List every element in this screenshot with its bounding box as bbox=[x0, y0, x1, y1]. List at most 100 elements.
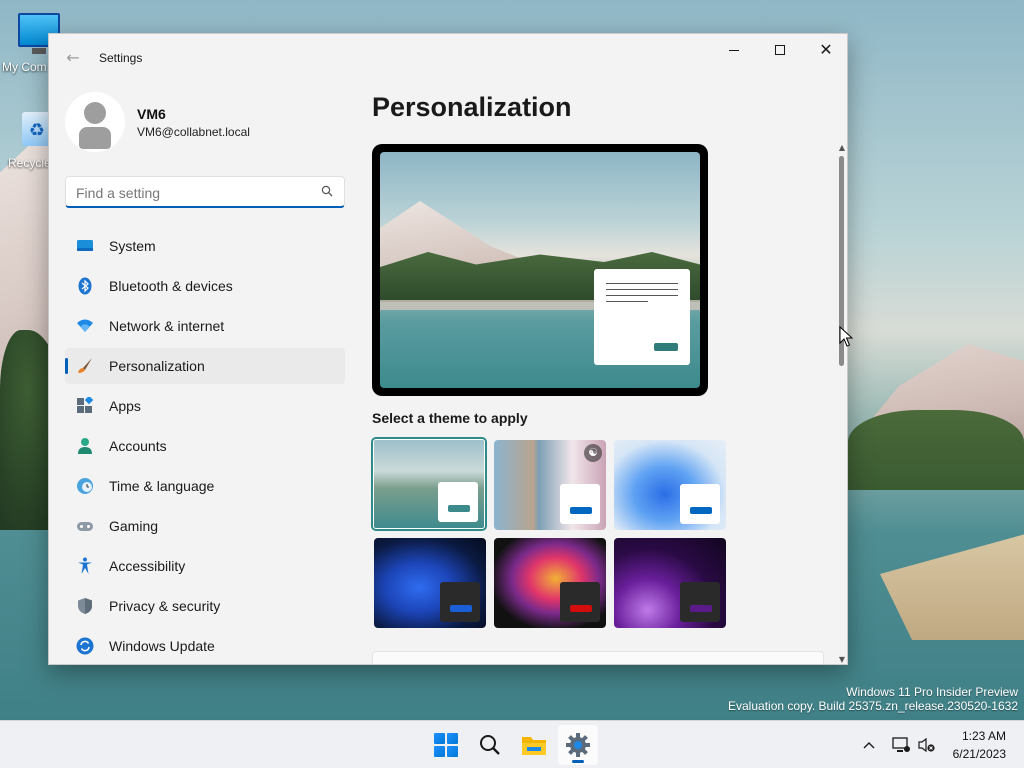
preview-sample-window bbox=[594, 269, 690, 365]
desktop-icon-label: My Com bbox=[2, 60, 47, 74]
close-icon: ✕ bbox=[819, 40, 833, 59]
accessibility-icon bbox=[78, 557, 92, 574]
sidebar-item-privacy-security[interactable]: Privacy & security bbox=[65, 588, 345, 624]
start-button[interactable] bbox=[426, 725, 466, 765]
theme-accent-bar bbox=[450, 605, 472, 612]
theme-tile-window bbox=[680, 484, 720, 524]
theme-tile-window bbox=[440, 582, 480, 622]
sidebar-item-windows-update[interactable]: Windows Update bbox=[65, 628, 345, 664]
theme-accent-bar bbox=[570, 507, 592, 514]
mouse-cursor-icon bbox=[839, 326, 853, 347]
sidebar-item-label: Personalization bbox=[109, 358, 205, 374]
sidebar-item-time-language[interactable]: Time & language bbox=[65, 468, 345, 504]
preview-text-line bbox=[606, 295, 678, 296]
theme-tile-bloom-light[interactable] bbox=[614, 440, 726, 530]
sidebar-item-apps[interactable]: Apps bbox=[65, 388, 345, 424]
theme-tile-glow[interactable] bbox=[494, 538, 606, 628]
sidebar-item-label: Gaming bbox=[109, 518, 159, 534]
sidebar-item-label: Bluetooth & devices bbox=[109, 278, 233, 294]
sidebar-item-label: Network & internet bbox=[109, 318, 225, 334]
sidebar-item-label: Apps bbox=[109, 398, 141, 414]
minimize-button[interactable] bbox=[711, 34, 757, 66]
maximize-button[interactable] bbox=[757, 34, 803, 66]
vertical-scrollbar[interactable]: ▲ ▼ bbox=[837, 144, 847, 664]
theme-tile-window bbox=[680, 582, 720, 622]
user-name: VM6 bbox=[137, 106, 166, 122]
theme-tile-lake[interactable] bbox=[371, 437, 487, 531]
clock-date: 6/21/2023 bbox=[952, 747, 1006, 761]
sidebar-item-gaming[interactable]: Gaming bbox=[65, 508, 345, 544]
shield-icon bbox=[78, 598, 92, 614]
sidebar-item-bluetooth[interactable]: Bluetooth & devices bbox=[65, 268, 345, 304]
preview-accent-button bbox=[654, 343, 678, 351]
nav-sidebar: System Bluetooth & devices Network & int… bbox=[65, 228, 345, 664]
wifi-icon bbox=[77, 319, 93, 332]
bluetooth-icon bbox=[78, 277, 92, 295]
avatar-head bbox=[84, 102, 106, 124]
preview-text-line bbox=[606, 301, 648, 302]
svg-text:♻: ♻ bbox=[29, 120, 45, 141]
theme-preview-wallpaper bbox=[380, 152, 700, 388]
theme-tile-sunrise[interactable] bbox=[614, 538, 726, 628]
sidebar-item-accounts[interactable]: Accounts bbox=[65, 428, 345, 464]
settings-taskbar-button[interactable] bbox=[558, 725, 598, 765]
volume-muted-icon[interactable] bbox=[916, 734, 938, 756]
watermark-line1: Windows 11 Pro Insider Preview bbox=[846, 685, 1018, 699]
theme-tile-window bbox=[438, 482, 478, 522]
start-icon bbox=[434, 733, 458, 757]
network-icon[interactable] bbox=[890, 734, 912, 756]
gamepad-icon bbox=[77, 522, 93, 531]
update-icon bbox=[76, 637, 94, 655]
theme-accent-bar bbox=[570, 605, 592, 612]
preview-text-line bbox=[606, 283, 678, 284]
avatar-body bbox=[79, 127, 111, 149]
search-icon bbox=[480, 735, 500, 755]
slideshow-icon: ☯ bbox=[584, 444, 602, 462]
sidebar-item-label: Windows Update bbox=[109, 638, 215, 654]
computer-stand bbox=[32, 48, 46, 54]
clock-time: 1:23 AM bbox=[961, 729, 1006, 743]
scroll-up-icon[interactable]: ▲ bbox=[838, 144, 846, 152]
sidebar-item-label: Time & language bbox=[109, 478, 215, 494]
system-icon bbox=[77, 240, 93, 251]
theme-tile-window bbox=[560, 582, 600, 622]
apps-icon bbox=[77, 397, 94, 413]
chevron-up-icon[interactable] bbox=[858, 734, 880, 756]
sidebar-item-system[interactable]: System bbox=[65, 228, 345, 264]
title-bar[interactable]: ← Settings ✕ bbox=[49, 34, 847, 82]
theme-preview bbox=[372, 144, 708, 396]
file-explorer-icon bbox=[522, 737, 546, 755]
desktop-icon-my-computer[interactable]: My Com bbox=[0, 10, 60, 80]
sidebar-item-label: Accessibility bbox=[109, 558, 186, 574]
theme-tile-flowers[interactable]: ☯ bbox=[494, 440, 606, 530]
theme-accent-bar bbox=[690, 605, 712, 612]
watermark-line2: Evaluation copy. Build 25375.zn_release.… bbox=[728, 699, 1018, 713]
settings-card[interactable] bbox=[372, 651, 824, 664]
system-tray bbox=[858, 721, 938, 768]
close-button[interactable]: ✕ bbox=[803, 34, 847, 66]
evaluation-watermark: Windows 11 Pro Insider Preview Evaluatio… bbox=[728, 685, 1018, 713]
sidebar-item-personalization[interactable]: Personalization bbox=[65, 348, 345, 384]
search-box[interactable] bbox=[65, 176, 345, 208]
user-email: VM6@collabnet.local bbox=[137, 125, 250, 139]
sidebar-item-network[interactable]: Network & internet bbox=[65, 308, 345, 344]
taskbar-search-button[interactable] bbox=[470, 725, 510, 765]
theme-accent-bar bbox=[690, 507, 712, 514]
search-icon[interactable] bbox=[321, 185, 333, 197]
sidebar-item-label: Accounts bbox=[109, 438, 167, 454]
page-title: Personalization bbox=[372, 92, 572, 122]
file-explorer-button[interactable] bbox=[514, 725, 554, 765]
desktop-icon-recycle-bin[interactable]: ♻ Recycle bbox=[0, 108, 52, 178]
sidebar-item-accessibility[interactable]: Accessibility bbox=[65, 548, 345, 584]
scroll-down-icon[interactable]: ▼ bbox=[838, 656, 846, 664]
maximize-icon bbox=[775, 45, 785, 55]
search-input[interactable] bbox=[76, 183, 306, 203]
theme-tile-window bbox=[560, 484, 600, 524]
taskbar-clock[interactable]: 1:23 AM 6/21/2023 bbox=[953, 727, 1006, 763]
back-arrow-icon[interactable]: ← bbox=[63, 48, 83, 68]
theme-tile-bloom-dark[interactable] bbox=[374, 538, 486, 628]
settings-icon bbox=[566, 733, 590, 757]
avatar[interactable] bbox=[65, 92, 125, 152]
desktop-wallpaper-grass bbox=[880, 530, 1024, 640]
clock-globe-icon bbox=[77, 478, 93, 494]
